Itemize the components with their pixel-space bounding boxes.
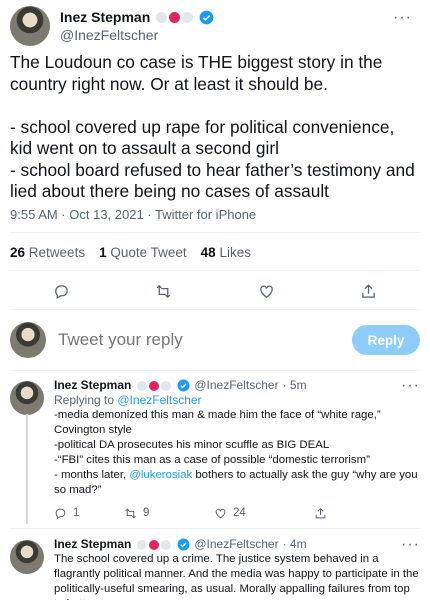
circle-emoji-icon [137,539,172,550]
like-count: 24 [233,507,246,519]
reply-input[interactable] [58,330,352,350]
author-name[interactable]: Inez Stepman [54,378,131,393]
author-avatar[interactable] [10,540,44,574]
more-options-icon[interactable]: ··· [401,378,420,394]
reply-icon[interactable]: 1 [54,506,124,521]
current-user-avatar [10,322,46,358]
divider [10,309,420,310]
verified-badge-icon [177,538,190,551]
author-handle[interactable]: @InezFeltscher [194,378,278,393]
reply-tweet[interactable]: Inez Stepman @InezFeltscher · 5m ··· Rep… [10,378,420,520]
author-handle[interactable]: @InezFeltscher [194,537,278,552]
thread-line [26,414,28,524]
retweets-stat[interactable]: 26 Retweets [10,245,85,260]
share-icon[interactable] [314,506,384,521]
more-options-icon[interactable]: ··· [393,9,412,27]
reply-time[interactable]: · 4m [283,537,307,552]
reply-composer: Reply [10,318,420,362]
author-avatar[interactable] [10,6,50,46]
author-names: Inez Stepman @InezFeltscher [60,9,214,43]
divider [10,528,420,529]
reply-header: Inez Stepman @InezFeltscher · 4m [54,537,420,552]
likes-stat[interactable]: 48 Likes [201,245,251,260]
author-name[interactable]: Inez Stepman [60,9,150,25]
more-options-icon[interactable]: ··· [401,537,420,553]
tweet-timestamp[interactable]: 9:55 AM · Oct 13, 2021 · Twitter for iPh… [10,207,256,222]
like-icon[interactable] [258,281,275,301]
share-icon[interactable] [360,281,377,301]
author-avatar[interactable] [10,381,44,415]
retweet-icon[interactable] [155,281,172,301]
reply-button[interactable]: Reply [352,325,420,355]
author-handle[interactable]: @InezFeltscher [60,27,214,43]
verified-badge-icon [199,10,214,24]
replying-to-line: Replying to @InezFeltscher [54,393,202,407]
verified-badge-icon [177,379,190,392]
circle-emoji-icon [137,380,172,391]
circle-emoji-icon [156,11,194,23]
main-tweet-header: Inez Stepman @InezFeltscher ··· [10,5,420,47]
replying-to-link[interactable]: @InezFeltscher [117,393,201,407]
reply-text: -media demonized this man & made him the… [54,409,418,496]
author-name[interactable]: Inez Stepman [54,537,131,552]
tweet-actions [10,281,420,301]
reply-header: Inez Stepman @InezFeltscher · 5m [54,378,420,393]
retweet-icon[interactable]: 9 [124,506,214,521]
tweet-stats: 26 Retweets 1 Quote Tweet 48 Likes [10,245,251,260]
tweet-text: The Loudoun co case is THE biggest story… [10,52,415,201]
divider [10,270,420,271]
mention-link[interactable]: @lukerosiak [129,469,192,481]
retweet-count: 9 [143,507,150,519]
reply-actions: 1 9 24 [54,506,420,521]
reply-icon[interactable] [53,281,70,301]
divider [10,370,420,371]
quote-tweets-stat[interactable]: 1 Quote Tweet [99,245,187,260]
reply-count: 1 [73,507,80,519]
like-icon[interactable]: 24 [214,506,314,521]
reply-time[interactable]: · 5m [283,378,307,393]
reply-tweet[interactable]: Inez Stepman @InezFeltscher · 4m ··· The… [10,537,420,600]
divider [10,232,420,233]
reply-text: The school covered up a crime. The justi… [54,553,419,600]
